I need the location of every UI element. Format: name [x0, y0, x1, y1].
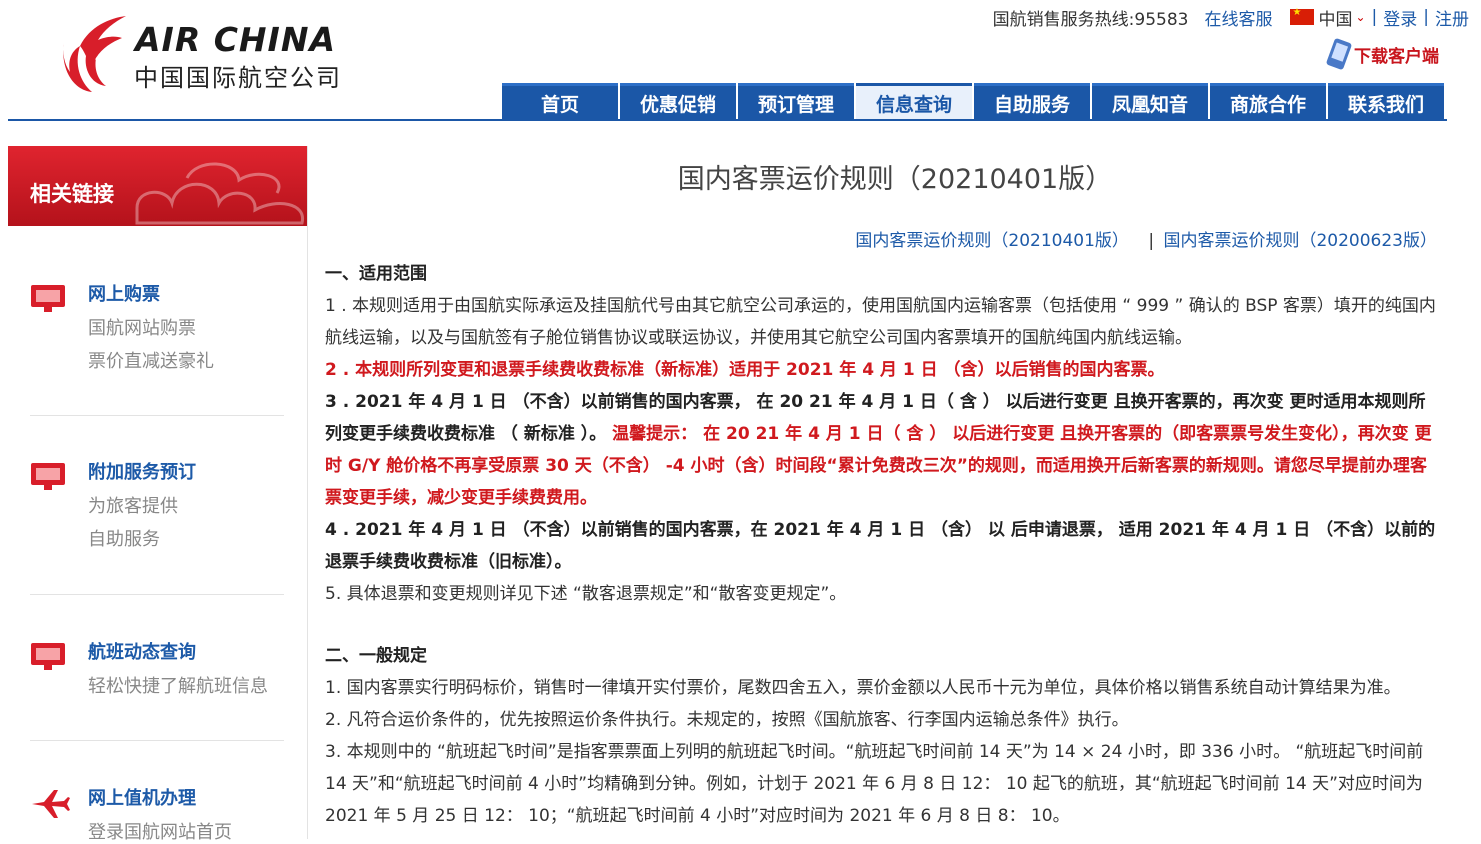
rule-paragraph: 3. 本规则中的 “航班起飞时间”是指客票票面上列明的航班起飞时间。“航班起飞时…: [325, 742, 1424, 826]
version-links: 国内客票运价规则（20210401版） | 国内客票运价规则（20200623版…: [855, 226, 1437, 251]
section-heading: 二、一般规定: [325, 646, 427, 666]
version-link-20200623[interactable]: 国内客票运价规则（20200623版）: [1163, 231, 1437, 251]
nav-self-service[interactable]: 自助服务: [974, 83, 1090, 120]
sidebar-header: 相关链接: [8, 146, 307, 226]
nav-underline: [8, 119, 1447, 121]
airplane-icon: [32, 790, 70, 818]
sidebar-divider: [30, 594, 284, 595]
version-link-20210401[interactable]: 国内客票运价规则（20210401版）: [855, 231, 1129, 251]
sidebar-item-label[interactable]: 附加服务预订: [88, 458, 196, 484]
china-flag-icon: [1290, 7, 1315, 25]
monitor-icon: [31, 463, 65, 490]
rule-paragraph-highlight: 2 . 本规则所列变更和退票手续费收费标准（新标准）适用于 2021 年 4 月…: [325, 360, 1165, 380]
sidebar-item-sub[interactable]: 为旅客提供: [88, 492, 178, 518]
nav-contact-us[interactable]: 联系我们: [1328, 83, 1444, 120]
register-link[interactable]: 注册: [1435, 5, 1469, 30]
separator: |: [1371, 7, 1378, 27]
sidebar-item-label[interactable]: 网上购票: [88, 280, 160, 306]
rule-paragraph: 1 . 本规则适用于由国航实际承运及挂国航代号由其它航空公司承运的，使用国航国内…: [325, 296, 1436, 348]
nav-booking-management[interactable]: 预订管理: [738, 83, 854, 120]
sidebar-item-label[interactable]: 网上值机办理: [88, 784, 196, 810]
sidebar-item-sub[interactable]: 国航网站购票: [88, 314, 196, 340]
rule-paragraph: 5. 具体退票和变更规则详见下述 “散客退票规定”和“散客变更规定”。: [325, 584, 847, 604]
sidebar-divider: [30, 415, 284, 416]
main-content: 国内客票运价规则（20210401版） 国内客票运价规则（20210401版） …: [325, 160, 1437, 826]
page-title: 国内客票运价规则（20210401版）: [677, 164, 1113, 195]
nav-information-query[interactable]: 信息查询: [856, 83, 972, 120]
monitor-icon: [31, 643, 65, 670]
sales-hotline: 国航销售服务热线:95583: [992, 9, 1189, 30]
sidebar-divider: [30, 740, 284, 741]
rule-paragraph: 1. 国内客票实行明码标价，销售时一律填开实付票价，尾数四舍五入，票价金额以人民…: [325, 678, 1401, 698]
country-selector[interactable]: 中国: [1318, 5, 1352, 30]
nav-phoenix-miles[interactable]: 凤凰知音: [1092, 83, 1208, 120]
top-utility-bar: 国航销售服务热线:95583 在线客服 中国 ⌄ | 登录 | 注册: [992, 5, 1469, 30]
rule-paragraph: 4 . 2021 年 4 月 1 日 （不含）以前销售的国内客票，在 2021 …: [325, 520, 1436, 572]
section-heading: 一、适用范围: [325, 264, 427, 284]
separator: |: [1423, 7, 1429, 27]
main-nav: 首页 优惠促销 预订管理 信息查询 自助服务 凤凰知音 商旅合作 联系我们: [502, 83, 1446, 120]
sidebar-item-sub[interactable]: 自助服务: [88, 525, 160, 551]
nav-home[interactable]: 首页: [502, 83, 618, 120]
nav-promotions[interactable]: 优惠促销: [620, 83, 736, 120]
sidebar-item-sub[interactable]: 票价直减送豪礼: [88, 347, 214, 373]
air-china-logo[interactable]: AIR CHINA 中国国际航空公司: [50, 12, 340, 98]
rules-content: 一、适用范围 1 . 本规则适用于由国航实际承运及挂国航代号由其它航空公司承运的…: [325, 258, 1437, 832]
online-service-link[interactable]: 在线客服: [1204, 5, 1272, 30]
monitor-icon: [31, 285, 65, 312]
download-client-link[interactable]: 下载客户端: [1325, 37, 1439, 71]
sidebar-item-sub[interactable]: 登录国航网站首页: [88, 818, 232, 844]
chevron-down-icon[interactable]: ⌄: [1355, 10, 1365, 24]
logo-text-en: AIR CHINA: [135, 20, 336, 59]
download-client-label: 下载客户端: [1354, 46, 1439, 67]
logo-text-cn: 中国国际航空公司: [134, 64, 342, 92]
separator: |: [1148, 231, 1155, 251]
phoenix-logo-icon: [63, 16, 126, 92]
nav-business-travel[interactable]: 商旅合作: [1210, 83, 1326, 120]
sidebar-title: 相关链接: [30, 182, 114, 206]
rule-paragraph: 3 . 2021 年 4 月 1 日 （不含）以前销售的国内客票， 在 20 2…: [325, 386, 1437, 514]
rule-paragraph: 2. 凡符合运价条件的，优先按照运价条件执行。未规定的，按照《国航旅客、行李国内…: [325, 710, 1129, 730]
sidebar-item-sub[interactable]: 轻松快捷了解航班信息: [88, 672, 268, 698]
sidebar-item-label[interactable]: 航班动态查询: [88, 638, 196, 664]
login-link[interactable]: 登录: [1383, 5, 1417, 30]
cloud-pattern-icon: [135, 162, 304, 225]
mobile-phone-icon: [1325, 37, 1353, 71]
